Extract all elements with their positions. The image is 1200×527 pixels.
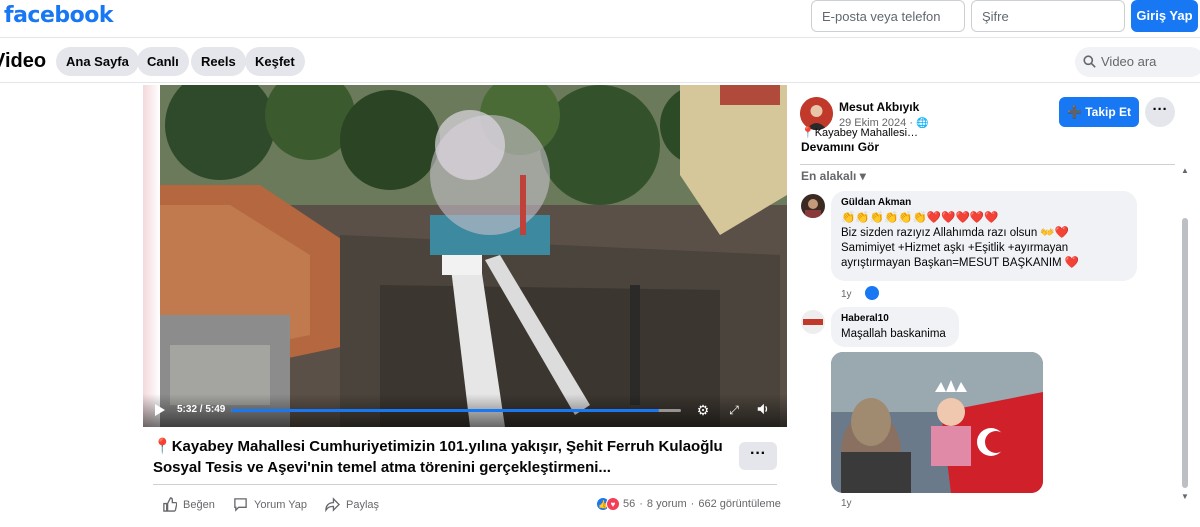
separator-dot: ·	[690, 498, 695, 510]
comment-line: Samimiyet +Hizmet aşkı +Eşitlik +ayırmay…	[841, 242, 1069, 254]
video-player[interactable]	[143, 85, 787, 427]
tab-reels[interactable]: Reels	[191, 47, 246, 76]
share-button[interactable]: Paylaş	[325, 497, 379, 512]
play-icon[interactable]	[155, 404, 165, 416]
comment-age[interactable]: 1y	[841, 498, 852, 509]
fullscreen-icon[interactable]: ⤢	[726, 402, 742, 418]
divider	[800, 164, 1175, 165]
follow-button[interactable]: ➕ Takip Et	[1059, 97, 1139, 127]
video-nav-bar: Video Ana Sayfa Canlı Reels Keşfet Video…	[0, 39, 1200, 83]
commenter-name[interactable]: Güldan Akman	[841, 197, 1127, 208]
seek-bar[interactable]	[231, 409, 681, 412]
video-time: 5:32 / 5:49	[177, 404, 226, 415]
scroll-down-icon[interactable]: ▼	[1181, 492, 1189, 501]
share-icon	[325, 497, 340, 512]
tab-live[interactable]: Canlı	[137, 47, 189, 76]
comment-line: Biz sizden razıyız Allahımda razı olsun …	[841, 227, 1070, 239]
share-label: Paylaş	[346, 498, 380, 511]
author-name[interactable]: Mesut Akbıyık	[839, 100, 919, 114]
seek-progress	[231, 409, 659, 412]
video-edge	[143, 85, 160, 427]
tab-explore[interactable]: Keşfet	[245, 47, 305, 76]
see-more-link[interactable]: Devamını Gör	[801, 140, 879, 154]
separator-dot: ·	[639, 498, 643, 510]
video-controls: 5:32 / 5:49 ⚙ ⤢	[143, 394, 787, 427]
commenter-avatar[interactable]	[801, 194, 825, 218]
scroll-up-icon[interactable]: ▲	[1181, 166, 1189, 175]
search-placeholder: Video ara	[1101, 54, 1157, 69]
pin-icon: 📍	[153, 438, 172, 455]
caret-down-icon: ▾	[859, 169, 866, 183]
email-field[interactable]: E-posta veya telefon	[811, 0, 965, 32]
comment-bubble: Haberal10 Maşallah baskanima	[831, 307, 959, 347]
commenter-avatar[interactable]	[801, 310, 825, 334]
thumbs-up-icon	[163, 497, 177, 512]
follow-icon: ➕	[1066, 105, 1086, 119]
page-title: Video	[0, 50, 47, 72]
caption-text: Kayabey Mahallesi Cumhuriyetimizin 101.y…	[153, 438, 723, 476]
more-options-button[interactable]: ···	[739, 442, 777, 470]
sort-label: En alakalı	[801, 169, 857, 183]
search-icon	[1083, 55, 1096, 68]
divider	[153, 484, 777, 485]
tab-home[interactable]: Ana Sayfa	[56, 47, 139, 76]
video-caption: 📍Kayabey Mahallesi Cumhuriyetimizin 101.…	[153, 436, 733, 478]
comment-photo[interactable]	[831, 352, 1043, 493]
volume-icon[interactable]	[755, 402, 771, 418]
reaction-count[interactable]: 56	[623, 498, 635, 510]
video-frame	[160, 85, 787, 427]
scrollbar[interactable]: ▲ ▼	[1179, 166, 1191, 502]
facebook-logo[interactable]: facebook	[4, 3, 114, 28]
like-label: Beğen	[183, 498, 215, 511]
comment-label: Yorum Yap	[254, 498, 308, 511]
love-reaction-icon: ♥	[606, 497, 620, 511]
follow-label: Takip Et	[1085, 105, 1132, 119]
login-button[interactable]: Giriş Yap	[1131, 0, 1198, 32]
comment-icon	[234, 498, 247, 512]
post-snippet: 📍Kayabey Mahallesi…	[801, 127, 919, 139]
video-search-input[interactable]: Video ara	[1075, 47, 1200, 77]
like-button[interactable]: Beğen	[162, 497, 215, 512]
settings-gear-icon[interactable]: ⚙	[695, 402, 711, 418]
comment-button[interactable]: Yorum Yap	[233, 497, 307, 512]
like-reaction-icon	[865, 286, 879, 300]
commenter-name[interactable]: Haberal10	[841, 313, 949, 324]
view-count: 662 görüntüleme	[698, 498, 781, 510]
comment-bubble: Güldan Akman 👏👏👏👏👏👏❤️❤️❤️❤️❤️ Biz sizden…	[831, 191, 1137, 281]
comment-line: ayrıştırmayan Başkan=MESUT BAŞKANIM ❤️	[841, 257, 1080, 269]
photo-image	[831, 352, 1043, 493]
comment-age[interactable]: 1y	[841, 289, 852, 300]
scrollbar-thumb[interactable]	[1182, 218, 1188, 488]
comment-line: 👏👏👏👏👏👏❤️❤️❤️❤️❤️	[841, 212, 999, 224]
comment-count[interactable]: 8 yorum	[647, 498, 687, 510]
post-stats: 👍 ♥ 56 · 8 yorum · 662 görüntüleme	[596, 497, 781, 511]
comment-sort-dropdown[interactable]: En alakalı ▾	[801, 169, 866, 183]
comment-line: Maşallah baskanima	[841, 328, 946, 340]
top-bar: facebook E-posta veya telefon Şifre Giri…	[0, 0, 1200, 38]
post-menu-button[interactable]: ···	[1145, 97, 1175, 127]
password-field[interactable]: Şifre	[971, 0, 1125, 32]
